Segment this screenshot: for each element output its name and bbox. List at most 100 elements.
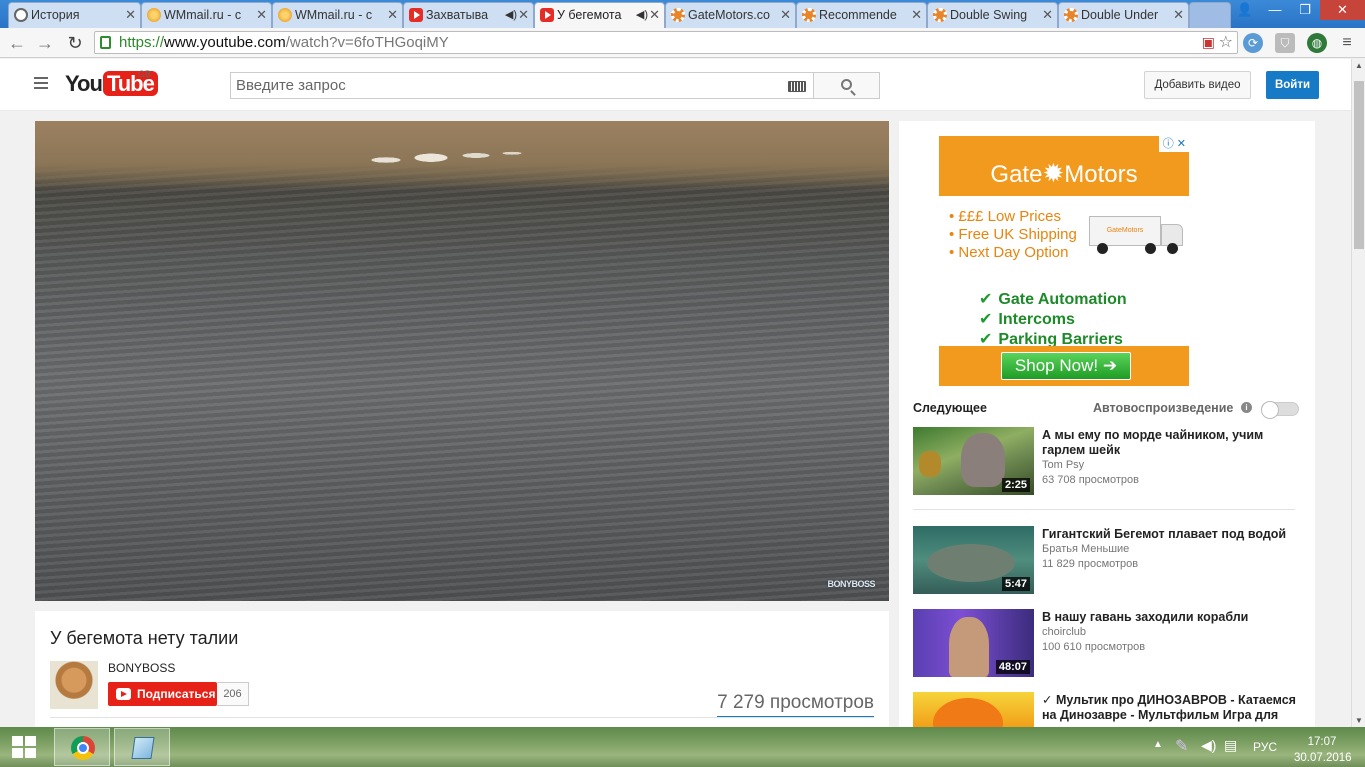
user-icon[interactable]: 👤 (1230, 0, 1260, 20)
search-icon (841, 79, 852, 90)
page-scrollbar[interactable]: ▲ ▼ (1351, 59, 1365, 727)
channel-avatar[interactable] (50, 661, 98, 709)
ad-footer: Shop Now! ➔ (939, 346, 1189, 386)
search-button[interactable] (813, 72, 880, 99)
tab-title: Double Under (1081, 8, 1159, 22)
video-thumbnail[interactable] (913, 692, 1034, 731)
rec-title[interactable]: ✓ Мультик про ДИНОЗАВРОВ - Катаемся на Д… (1042, 693, 1300, 723)
subscribe-button[interactable]: Подписаться (108, 682, 217, 706)
ad-close-icon[interactable]: ⓘ ✕ (1159, 136, 1189, 152)
scrollbar-thumb[interactable] (1354, 81, 1364, 249)
tab-wmmail-2[interactable]: WMmail.ru - с ✕ (272, 2, 403, 28)
video-thumbnail[interactable]: 48:07 (913, 609, 1034, 677)
tab-title: Захватыва (426, 8, 489, 22)
windows-taskbar: ▲ ✎ ◀) ▤ РУС 17:07 30.07.2016 (0, 727, 1365, 767)
rec-title[interactable]: А мы ему по морде чайником, учим гарлем … (1042, 428, 1300, 458)
volume-icon[interactable]: ◀) (1201, 737, 1216, 754)
speaker-icon[interactable]: ◀) (505, 3, 517, 27)
tab-double-under[interactable]: Double Under ✕ (1058, 2, 1189, 28)
tab-close-icon[interactable]: ✕ (256, 3, 267, 27)
tab-double-swing[interactable]: Double Swing ✕ (927, 2, 1058, 28)
tab-close-icon[interactable]: ✕ (1042, 3, 1053, 27)
tab-gatemotors[interactable]: GateMotors.co ✕ (665, 2, 796, 28)
tab-close-icon[interactable]: ✕ (1173, 3, 1184, 27)
network-icon[interactable]: ▤ (1224, 737, 1237, 754)
recommendation-item[interactable]: 2:25 А мы ему по морде чайником, учим га… (913, 427, 1308, 497)
tab-wmmail-1[interactable]: WMmail.ru - с ✕ (141, 2, 272, 28)
address-bar[interactable]: https://www.youtube.com/watch?v=6foTHGoq… (94, 31, 1238, 54)
tab-close-icon[interactable]: ✕ (780, 3, 791, 27)
pen-icon[interactable]: ✎ (1175, 736, 1188, 756)
recommendation-item[interactable]: 48:07 В нашу гавань заходили корабли cho… (913, 609, 1308, 679)
tab-history[interactable]: История ✕ (8, 2, 141, 28)
taskbar-notepad[interactable] (114, 728, 170, 766)
search-box (230, 72, 814, 99)
language-indicator[interactable]: РУС (1253, 740, 1277, 754)
system-clock[interactable]: 17:07 30.07.2016 (1294, 734, 1352, 766)
window-controls: 👤 — ❐ ✕ (1230, 0, 1365, 22)
rec-channel: Tom Psy (1042, 459, 1085, 471)
view-count: 7 279 просмотров (717, 692, 874, 718)
region-code: GB (138, 69, 152, 79)
wmmail-icon (147, 8, 161, 22)
ad-check-item: Gate Automation (998, 291, 1127, 308)
bookmark-star-icon[interactable]: ☆ (1219, 32, 1233, 52)
restore-button[interactable]: ❐ (1290, 0, 1320, 20)
keyboard-icon[interactable] (788, 81, 806, 92)
search-input[interactable] (231, 73, 771, 98)
youtube-logo[interactable]: You Tube GB (65, 69, 158, 101)
extension-link-icon[interactable]: ⟳ (1243, 33, 1263, 53)
tray-expand-icon[interactable]: ▲ (1153, 739, 1163, 750)
video-thumbnail[interactable]: 2:25 (913, 427, 1034, 495)
new-tab-button[interactable] (1189, 2, 1231, 28)
gear-icon (671, 8, 685, 22)
gatemotors-ad[interactable]: Gate✹Motors ⓘ ✕ • £££ Low Prices • Free … (939, 136, 1189, 386)
tab-youtube-active[interactable]: У бегемота ◀) ✕ (534, 2, 665, 28)
recommendation-item[interactable]: 5:47 Гигантский Бегемот плавает под водо… (913, 526, 1308, 596)
tab-close-icon[interactable]: ✕ (518, 3, 529, 27)
extension-shield-icon[interactable]: ⛉ (1275, 33, 1295, 53)
speaker-icon[interactable]: ◀) (636, 3, 648, 27)
shop-now-button[interactable]: Shop Now! ➔ (1001, 352, 1131, 380)
tab-title: WMmail.ru - с (164, 8, 242, 22)
close-window-button[interactable]: ✕ (1320, 0, 1365, 20)
autoplay-toggle[interactable] (1261, 401, 1299, 419)
recommendation-item[interactable]: ✓ Мультик про ДИНОЗАВРОВ - Катаемся на Д… (913, 692, 1308, 731)
minimize-button[interactable]: — (1260, 0, 1290, 20)
forward-icon[interactable]: → (34, 32, 56, 54)
windows-start-icon[interactable] (12, 736, 38, 760)
video-player[interactable]: BONYBOSS (35, 121, 889, 601)
guide-menu-icon[interactable] (34, 77, 48, 92)
checkmark-icon: ✔ (979, 311, 993, 328)
channel-name[interactable]: BONYBOSS (108, 661, 175, 675)
tab-recommended[interactable]: Recommende ✕ (796, 2, 927, 28)
video-watermark: BONYBOSS (827, 579, 875, 589)
tab-title: Double Swing (950, 8, 1028, 22)
reload-icon[interactable]: ↻ (64, 32, 86, 54)
rec-title[interactable]: В нашу гавань заходили корабли (1042, 610, 1300, 625)
tab-close-icon[interactable]: ✕ (649, 3, 660, 27)
clock-date: 30.07.2016 (1294, 752, 1352, 764)
tab-close-icon[interactable]: ✕ (911, 3, 922, 27)
video-thumbnail[interactable]: 5:47 (913, 526, 1034, 594)
upload-button[interactable]: Добавить видео (1144, 71, 1251, 99)
tab-youtube-1[interactable]: Захватыва ◀) ✕ (403, 2, 534, 28)
extension-globe-icon[interactable]: ◍ (1307, 33, 1327, 53)
taskbar-chrome[interactable] (54, 728, 110, 766)
tab-title: WMmail.ru - с (295, 8, 373, 22)
blocked-popup-icon[interactable]: ▣ (1202, 34, 1215, 51)
youtube-icon (409, 8, 423, 22)
login-button[interactable]: Войти (1266, 71, 1319, 99)
back-icon[interactable]: ← (6, 32, 28, 54)
tab-close-icon[interactable]: ✕ (125, 3, 136, 27)
menu-icon[interactable]: ≡ (1336, 32, 1358, 54)
url-text[interactable]: https://www.youtube.com/watch?v=6foTHGoq… (119, 34, 449, 51)
tab-title: Recommende (819, 8, 897, 22)
scroll-up-icon[interactable]: ▲ (1355, 61, 1363, 70)
info-icon[interactable]: i (1241, 402, 1252, 413)
gear-icon: ✹ (1042, 158, 1065, 188)
tab-strip: История ✕ WMmail.ru - с ✕ WMmail.ru - с … (0, 0, 1365, 28)
tab-close-icon[interactable]: ✕ (387, 3, 398, 27)
scroll-down-icon[interactable]: ▼ (1355, 716, 1363, 725)
rec-title[interactable]: Гигантский Бегемот плавает под водой (1042, 527, 1300, 542)
